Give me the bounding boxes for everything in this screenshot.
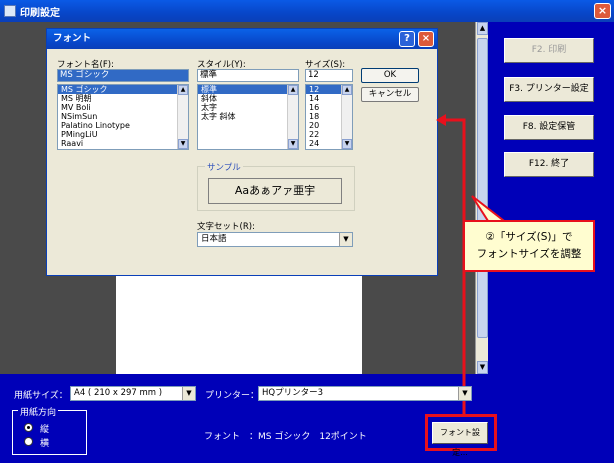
font-name-input[interactable]: MS ゴシック bbox=[57, 69, 189, 82]
size-list-scrollbar[interactable]: ▲ ▼ bbox=[341, 85, 352, 149]
list-item[interactable]: MS ゴシック bbox=[58, 85, 188, 94]
paper-size-value: A4 ( 210 x 297 mm ) bbox=[74, 388, 163, 398]
printer-setting-button[interactable]: F3. プリンター設定 bbox=[504, 77, 594, 102]
list-item[interactable]: Palatino Linotype bbox=[58, 121, 188, 130]
scroll-up-icon[interactable]: ▲ bbox=[477, 22, 488, 35]
charset-value: 日本語 bbox=[201, 234, 227, 244]
scroll-down-icon[interactable]: ▼ bbox=[342, 139, 352, 149]
orientation-label: 用紙方向 bbox=[18, 405, 59, 418]
portrait-label: 縦 bbox=[40, 425, 50, 435]
list-item[interactable]: MV Boli bbox=[58, 103, 188, 112]
scroll-thumb[interactable] bbox=[477, 38, 488, 338]
chevron-down-icon[interactable]: ▼ bbox=[458, 387, 471, 400]
size-input[interactable]: 12 bbox=[305, 69, 353, 82]
charset-label: 文字セット(R): bbox=[197, 222, 255, 232]
font-dialog: フォント ? × フォント名(F): MS ゴシック MS ゴシック MS 明朝… bbox=[46, 28, 438, 276]
callout-note: ②「サイズ(S)」で フォントサイズを調整 bbox=[463, 220, 595, 272]
list-item[interactable]: 太字 bbox=[198, 103, 298, 112]
paper-size-select[interactable]: A4 ( 210 x 297 mm ) ▼ bbox=[70, 386, 196, 401]
sample-preview: Aaあぁアァ亜宇 bbox=[208, 178, 342, 204]
cancel-button[interactable]: キャンセル bbox=[361, 87, 419, 102]
current-font-label: フォント ：MS ゴシック 12ポイント bbox=[204, 432, 367, 442]
scroll-up-icon[interactable]: ▲ bbox=[342, 85, 352, 95]
font-name-list[interactable]: MS ゴシック MS 明朝 MV Boli NSimSun Palatino L… bbox=[57, 84, 189, 150]
window-close-button[interactable]: × bbox=[594, 3, 611, 19]
list-item[interactable]: 斜体 bbox=[198, 94, 298, 103]
list-item[interactable]: Raavi bbox=[58, 139, 188, 148]
style-input[interactable]: 標準 bbox=[197, 69, 299, 82]
list-item[interactable]: 太字 斜体 bbox=[198, 112, 298, 121]
callout-line-2: フォントサイズを調整 bbox=[476, 248, 582, 260]
printer-label: プリンター： bbox=[205, 391, 260, 401]
scroll-up-icon[interactable]: ▲ bbox=[288, 85, 298, 95]
list-item[interactable]: MS 明朝 bbox=[58, 94, 188, 103]
exit-button[interactable]: F12. 終了 bbox=[504, 152, 594, 177]
list-item[interactable]: PMingLiU bbox=[58, 130, 188, 139]
font-list-scrollbar[interactable]: ▲ ▼ bbox=[177, 85, 188, 149]
scroll-up-icon[interactable]: ▲ bbox=[178, 85, 188, 95]
printer-value: HQプリンター3 bbox=[262, 388, 323, 398]
landscape-label: 横 bbox=[40, 439, 50, 449]
chevron-down-icon[interactable]: ▼ bbox=[182, 387, 195, 400]
style-list[interactable]: 標準 斜体 太字 太字 斜体 ▲ ▼ bbox=[197, 84, 299, 150]
chevron-down-icon[interactable]: ▼ bbox=[339, 233, 352, 246]
paper-size-label: 用紙サイズ： bbox=[14, 391, 68, 401]
portrait-radio[interactable] bbox=[24, 423, 33, 432]
sample-label: サンプル bbox=[205, 161, 243, 173]
printer-select[interactable]: HQプリンター3 ▼ bbox=[258, 386, 472, 401]
landscape-radio[interactable] bbox=[24, 437, 33, 446]
scroll-down-icon[interactable]: ▼ bbox=[288, 139, 298, 149]
app-icon bbox=[4, 5, 16, 17]
scroll-down-icon[interactable]: ▼ bbox=[477, 361, 488, 374]
window-title-bar: 印刷設定 bbox=[0, 0, 614, 22]
dialog-close-button[interactable]: × bbox=[418, 31, 434, 47]
charset-select[interactable]: 日本語 ▼ bbox=[197, 232, 353, 247]
window-title: 印刷設定 bbox=[20, 7, 60, 19]
scroll-down-icon[interactable]: ▼ bbox=[178, 139, 188, 149]
list-item[interactable]: NSimSun bbox=[58, 112, 188, 121]
list-item[interactable]: 標準 bbox=[198, 85, 298, 94]
ok-button[interactable]: OK bbox=[361, 68, 419, 83]
size-list[interactable]: 12 14 16 18 20 22 24 ▲ ▼ bbox=[305, 84, 353, 150]
print-button[interactable]: F2. 印刷 bbox=[504, 38, 594, 63]
save-setting-button[interactable]: F8. 設定保管 bbox=[504, 115, 594, 140]
callout-line-1: ②「サイズ(S)」で bbox=[485, 231, 573, 243]
style-list-scrollbar[interactable]: ▲ ▼ bbox=[287, 85, 298, 149]
help-icon[interactable]: ? bbox=[399, 31, 415, 47]
font-setting-button[interactable]: フォント設定... bbox=[432, 422, 488, 457]
dialog-title: フォント bbox=[47, 29, 437, 49]
